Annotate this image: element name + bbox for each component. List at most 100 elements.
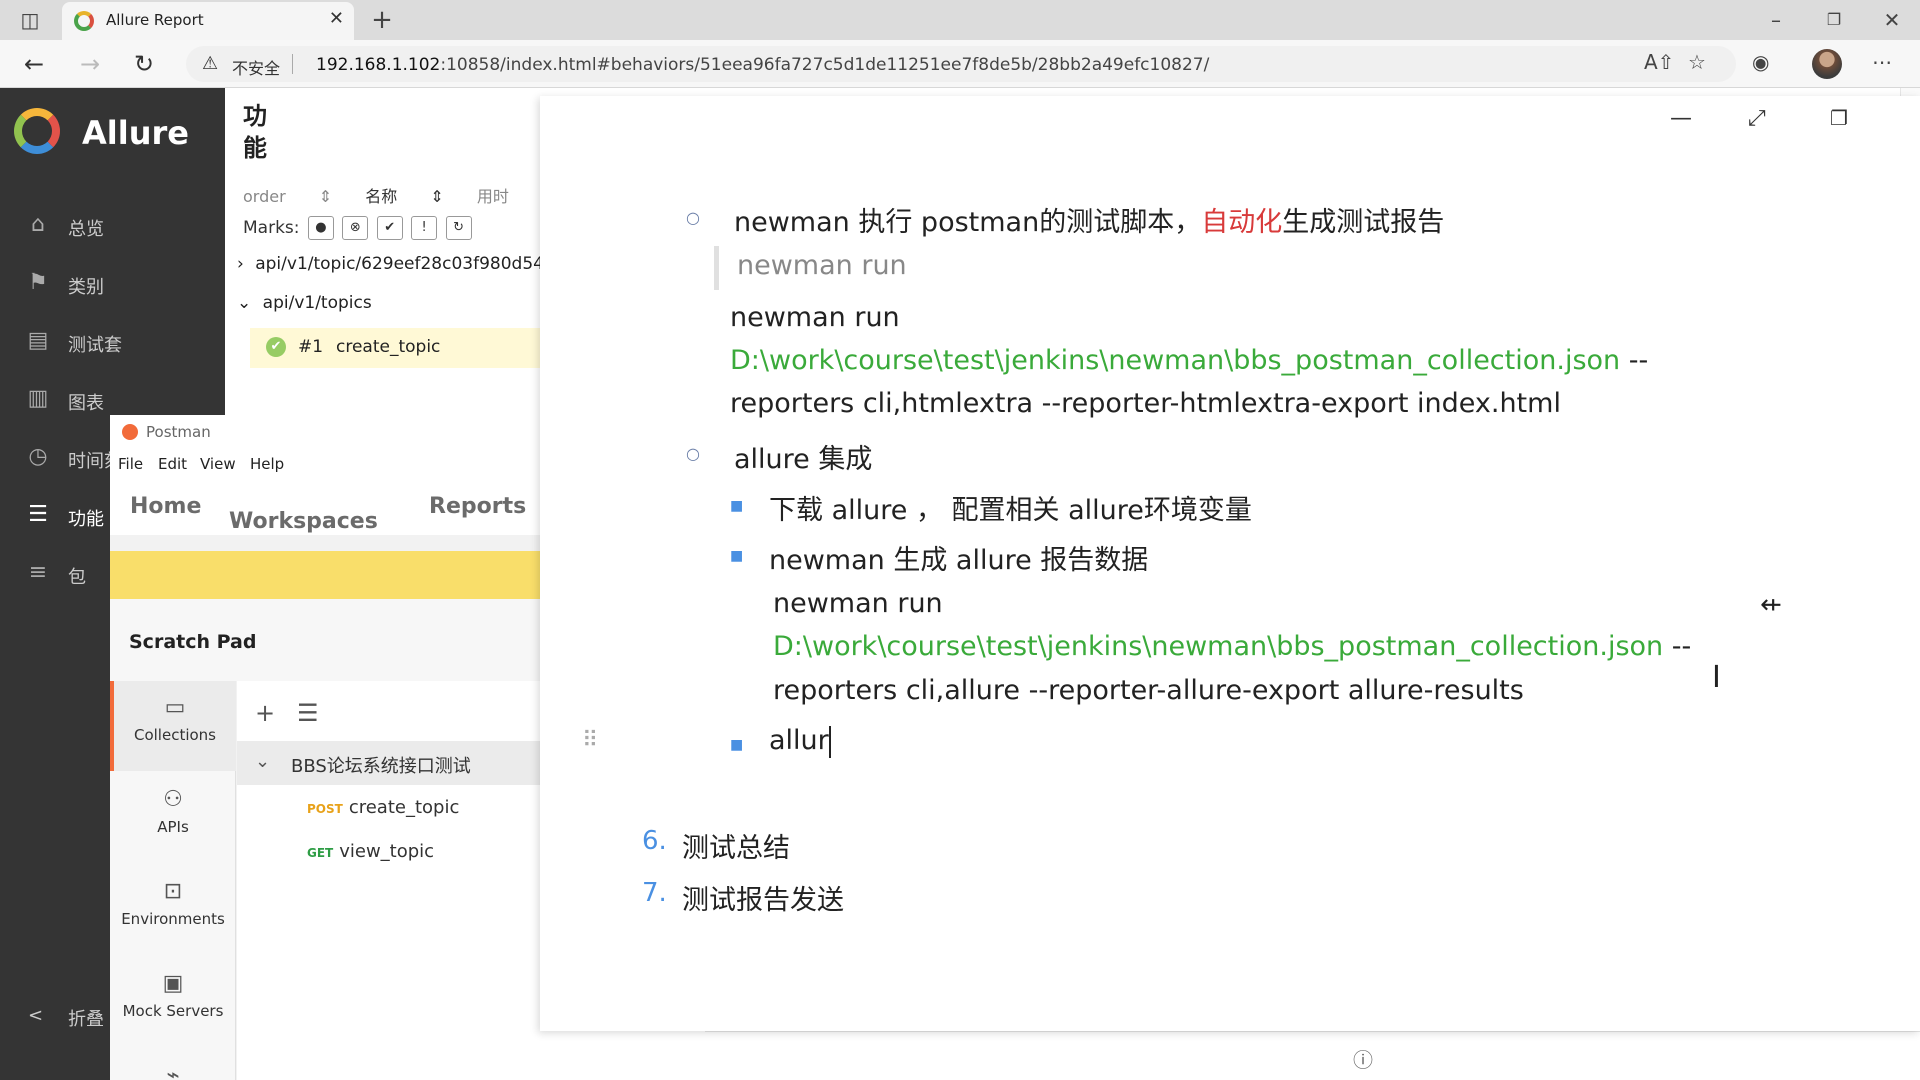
nav-environments[interactable]: ⊡ Environments (110, 865, 236, 955)
tab-actions-icon[interactable]: ◫ (14, 0, 46, 40)
code-line: newman run (730, 302, 900, 333)
sort-name-button[interactable]: 名称 ⇕ (365, 183, 444, 207)
nav-home[interactable]: Home (130, 494, 201, 519)
favorite-star-icon[interactable]: ☆ (1688, 50, 1706, 74)
request-method: POST (307, 802, 343, 816)
drag-handle-icon[interactable]: ⠿ (582, 728, 598, 753)
restore-icon[interactable]: ❐ (1830, 106, 1848, 130)
passed-status-icon: ✔ (266, 337, 286, 357)
sort-label: 用时 (476, 187, 509, 206)
test-case-number: #1 (298, 337, 324, 357)
back-icon[interactable]: ← (18, 48, 50, 80)
url-field[interactable]: ⚠ 不安全 192.168.1.102:10858/index.html#beh… (186, 46, 1736, 82)
warning-icon: ⚠ (202, 53, 219, 74)
behaviors-panel: 功能 order ⇕ 名称 ⇕ 用时 ⇕ Marks: ● ⊗ ✔ ! ↻ › … (225, 88, 576, 414)
add-comment-icon[interactable]: ⇷ (1760, 590, 1782, 620)
scratch-pad-header: Scratch Pad (110, 599, 540, 681)
note-line: 下载 allure ， 配置相关 allure环境变量 (769, 495, 1252, 526)
minimize-window-icon[interactable]: – (1760, 0, 1792, 40)
forward-icon[interactable]: → (74, 48, 106, 80)
sidebar-item-categories[interactable]: ⚑ 类别 (0, 256, 225, 312)
info-icon[interactable]: ⓘ (1353, 1044, 1373, 1073)
sidebar-item-overview[interactable]: ⌂ 总览 (0, 198, 225, 254)
menu-view[interactable]: View (200, 455, 236, 473)
restore-window-icon[interactable]: ❐ (1818, 0, 1850, 40)
url-text: 192.168.1.102:10858/index.html#behaviors… (316, 55, 1209, 75)
bullet-circle-icon: ○ (686, 444, 700, 463)
mark-flaky-icon[interactable]: ! (411, 216, 438, 240)
collections-icon: ▭ (164, 695, 186, 720)
browser-address-bar: ← → ↻ ⚠ 不安全 192.168.1.102:10858/index.ht… (0, 40, 1920, 88)
nav-collections[interactable]: ▭ Collections (110, 681, 236, 771)
filter-icon[interactable]: ☰ (297, 699, 319, 727)
menu-edit[interactable]: Edit (158, 455, 187, 473)
sidebar-item-label: 类别 (68, 277, 104, 298)
more-menu-icon[interactable]: ⋯ (1872, 50, 1892, 74)
postman-banner (110, 551, 540, 599)
tab-close-icon[interactable]: ✕ (329, 8, 344, 29)
note-quote: newman run (737, 250, 907, 281)
bullet-square-icon: ■ (730, 548, 744, 564)
allure-brand: Allure (82, 114, 189, 152)
monitor-icon: ⌁ (166, 1063, 180, 1080)
code-path: D:\work\course\test\jenkins\newman\bbs_p… (730, 345, 1621, 376)
request-item[interactable]: POST create_topic (307, 797, 459, 818)
chevron-down-icon: ⌄ (237, 293, 252, 313)
bullet-circle-icon: ○ (686, 208, 700, 227)
reload-icon[interactable]: ↻ (128, 48, 160, 80)
profile-avatar[interactable] (1812, 49, 1842, 79)
nav-mock-servers[interactable]: ▣ Mock Servers (110, 957, 236, 1047)
note-line: 测试报告发送 (682, 885, 844, 916)
sort-order-button[interactable]: order ⇕ (243, 187, 332, 206)
url-separator (292, 54, 293, 74)
menu-help[interactable]: Help (250, 455, 284, 473)
insecure-label: 不安全 (232, 59, 281, 78)
new-tab-button[interactable]: + (366, 0, 398, 40)
extension-icon[interactable]: ◉ (1752, 50, 1769, 74)
sidebar-item-suites[interactable]: ▤ 测试套 (0, 314, 225, 370)
postman-app-name: Postman (146, 423, 211, 441)
code-line: reporters cli,htmlextra --reporter-htmle… (730, 388, 1561, 419)
code-line: newman run (773, 588, 943, 619)
nav-apis[interactable]: ⚇ APIs (110, 773, 236, 863)
nav-label: Collections (133, 726, 216, 744)
mark-retries-icon[interactable]: ↻ (445, 216, 472, 240)
postman-left-nav: ▭ Collections ⚇ APIs ⊡ Environments ▣ Mo… (110, 681, 236, 1080)
scratch-pad-title: Scratch Pad (129, 631, 257, 653)
request-item[interactable]: GET view_topic (307, 841, 434, 862)
sidebar-item-label: 总览 (68, 219, 104, 240)
code-line: D:\work\course\test\jenkins\newman\bbs_p… (730, 345, 1648, 376)
tree-node-expanded[interactable]: ⌄ api/v1/topics (237, 293, 372, 313)
nav-monitors[interactable]: ⌁ (110, 1049, 236, 1080)
minimize-icon[interactable]: — (1670, 106, 1692, 131)
request-name: create_topic (348, 797, 460, 818)
editing-line[interactable]: allur (769, 725, 831, 758)
page-title: 功能 (243, 102, 267, 162)
tree-node-collapsed[interactable]: › api/v1/topic/629eef28c03f980d54ad8 (237, 254, 576, 274)
nav-label: Mock Servers (122, 1002, 224, 1020)
marks-label: Marks: (243, 218, 300, 238)
chevron-down-icon: ⌄ (229, 509, 243, 528)
package-icon: ≡ (28, 560, 48, 585)
expand-icon[interactable]: ⤢ (1748, 106, 1766, 131)
quote-bar (714, 246, 719, 290)
tab-allure-report[interactable]: Allure Report ✕ (62, 2, 354, 40)
nav-reports[interactable]: Reports (429, 494, 526, 519)
sort-label: 名称 (365, 187, 398, 206)
read-aloud-icon[interactable]: A⇧ (1644, 50, 1674, 74)
mark-new-broken-icon[interactable]: ⊗ (342, 216, 369, 240)
sort-header: order ⇕ 名称 ⇕ 用时 ⇕ (243, 183, 583, 207)
postman-titlebar: Postman (110, 415, 540, 449)
menu-file[interactable]: File (118, 455, 143, 473)
close-window-icon[interactable]: ✕ (1876, 0, 1908, 40)
note-line: allure 集成 (734, 444, 873, 475)
sidebar-item-label: 测试套 (68, 335, 122, 356)
typed-text: allur (769, 725, 829, 756)
collection-row[interactable]: ⌄ BBS论坛系统接口测试 (237, 741, 540, 785)
chevron-down-icon: ⌄ (255, 751, 271, 772)
test-case-row[interactable]: ✔ #1 create_topic (250, 328, 540, 368)
mark-new-failed-icon[interactable]: ● (307, 216, 334, 240)
add-collection-icon[interactable]: + (255, 699, 275, 727)
mark-new-passed-icon[interactable]: ✔ (376, 216, 403, 240)
page-bottom-strip: ⓘ (705, 1031, 1920, 1080)
